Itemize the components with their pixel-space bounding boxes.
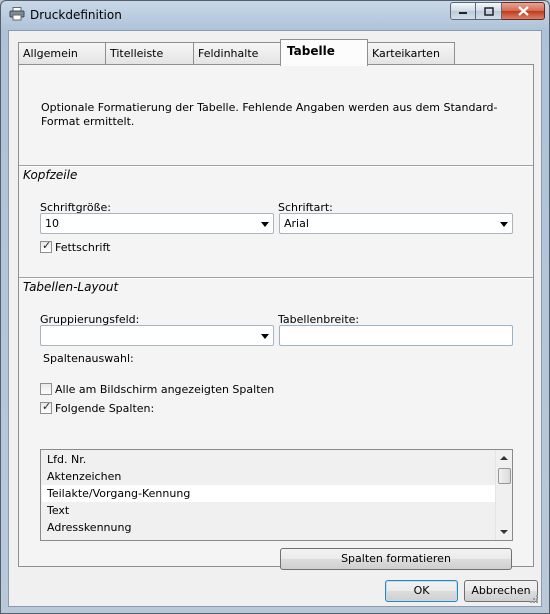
tab-feldinhalte[interactable]: Feldinhalte [193,42,281,64]
font-size-select[interactable]: 10 [40,213,274,234]
tab-allgemein[interactable]: Allgemein [18,42,106,64]
list-item[interactable]: Teilakte/Vorgang-Kennung [42,485,495,502]
columns-listbox[interactable]: Lfd. Nr. Aktenzeichen Teilakte/Vorgang-K… [40,449,513,541]
cancel-button[interactable]: Abbrechen [464,580,538,602]
font-size-value: 10 [45,217,59,230]
dialog-client-area: Allgemein Titelleiste Feldinhalte Tabell… [8,30,542,607]
printer-icon [9,7,25,21]
section-divider [19,277,533,279]
intro-text: Optionale Formatierung der Tabelle. Fehl… [41,101,498,128]
list-item[interactable]: Lfd. Nr. [42,451,495,468]
section-title-tabellen-layout: Tabellen-Layout [23,280,119,294]
list-item[interactable]: Text [42,502,495,519]
vertical-scrollbar[interactable] [495,450,512,540]
chevron-down-icon [500,222,508,227]
font-select[interactable]: Arial [279,213,513,234]
ok-button[interactable]: OK [385,580,458,602]
dialog-window: Druckdefinition Allgemein Titelleiste Fe… [0,0,550,614]
tab-label: Feldinhalte [198,47,259,60]
window-title: Druckdefinition [30,8,122,22]
maximize-button[interactable] [476,2,502,20]
bold-checkbox[interactable]: ✓ [40,239,52,253]
following-columns-checkbox[interactable]: ✓ [40,400,52,414]
tab-label: Allgemein [23,47,78,60]
table-width-input[interactable] [279,325,513,346]
format-columns-button[interactable]: Spalten formatieren [280,548,512,570]
section-divider [19,165,533,167]
maximize-icon [483,6,494,16]
minimize-button[interactable] [450,2,476,20]
following-columns-label: Folgende Spalten: [55,402,155,415]
tab-label: Karteikarten [372,47,440,60]
minimize-icon [459,12,467,14]
chevron-down-icon [261,222,269,227]
tab-titelleiste[interactable]: Titelleiste [105,42,194,64]
tab-label: Tabelle [287,44,335,58]
chevron-down-icon [261,334,269,339]
all-columns-checkbox[interactable] [40,383,52,395]
title-bar[interactable]: Druckdefinition [1,1,549,29]
font-value: Arial [284,217,309,230]
checkmark-icon: ✓ [42,400,52,413]
tab-label: Titelleiste [110,47,164,60]
tab-panel-tabelle: Optionale Formatierung der Tabelle. Fehl… [18,64,534,570]
section-title-kopfzeile: Kopfzeile [23,168,78,182]
grouping-field-select[interactable] [40,325,274,346]
scroll-up-icon[interactable] [500,456,508,460]
close-icon [517,6,529,16]
all-columns-label: Alle am Bildschirm angezeigten Spalten [55,383,275,396]
checkmark-icon: ✓ [42,239,52,252]
close-button[interactable] [502,2,545,20]
list-item[interactable]: Aktenzeichen [42,468,495,485]
column-selection-label: Spaltenauswahl: [43,352,134,365]
scrollbar-thumb[interactable] [498,468,511,484]
resize-grip-icon[interactable] [529,594,539,604]
list-item[interactable]: Adresskennung [42,519,495,536]
bold-label: Fettschrift [55,241,111,254]
tab-tabelle[interactable]: Tabelle [280,39,368,66]
tab-karteikarten[interactable]: Karteikarten [367,42,455,64]
scroll-down-icon[interactable] [500,530,508,534]
